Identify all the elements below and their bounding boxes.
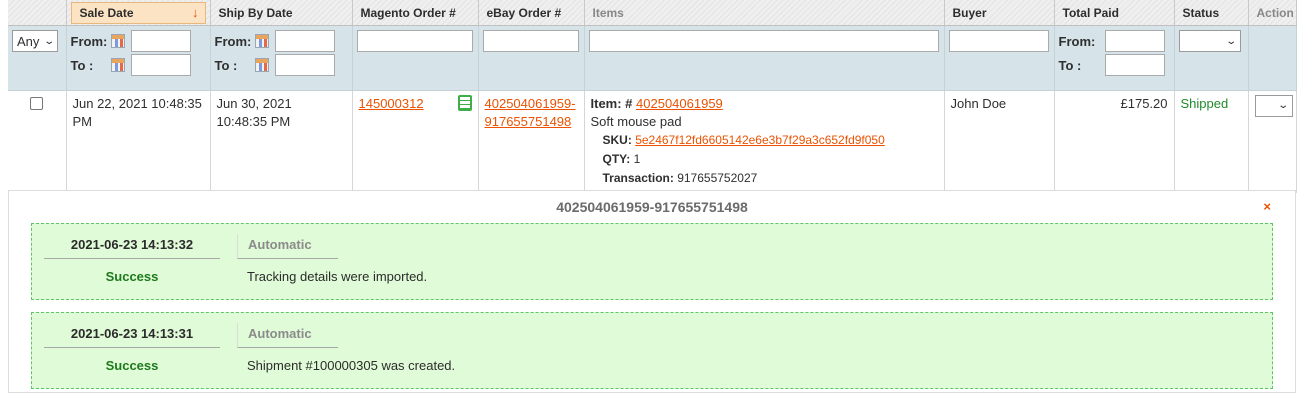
filter-ship-by-date: From: To : (210, 25, 353, 91)
filter-items (584, 25, 945, 91)
ebay-order-link[interactable]: 402504061959-917655751498 (485, 96, 576, 129)
close-icon[interactable]: × (1263, 199, 1271, 214)
filter-ebay-order (478, 25, 585, 91)
header-magento-order[interactable]: Magento Order # (352, 0, 479, 26)
status-filter-dropdown[interactable]: ⌄ (1178, 30, 1241, 52)
header-status[interactable]: Status (1174, 0, 1249, 26)
ebay-order-filter-input[interactable] (482, 30, 579, 52)
item-label: Item: # (590, 96, 633, 111)
sale-date-label: Sale Date (79, 5, 134, 20)
buyer-cell: John Doe (944, 90, 1055, 193)
total-to-input[interactable] (1104, 54, 1165, 76)
filter-total-paid: From: To : (1054, 25, 1175, 91)
filter-sale-date: From: To : (66, 25, 211, 91)
total-from-input[interactable] (1104, 30, 1165, 52)
header-sale-date[interactable]: Sale Date ↓ (66, 0, 211, 26)
filter-magento-order (352, 25, 479, 91)
ship-by-date-cell: Jun 30, 2021 10:48:35 PM (210, 90, 353, 193)
log-entry-type: Automatic (237, 323, 338, 348)
mass-select-dropdown[interactable]: Any ⌄ (12, 30, 58, 52)
action-cell: ⌄ (1248, 90, 1297, 193)
table-row: Jun 22, 2021 10:48:35 PM Jun 30, 2021 10… (8, 90, 1297, 193)
from-label: From: (70, 33, 108, 49)
ebay-order-cell: 402504061959-917655751498 (478, 90, 585, 193)
header-action: Action (1248, 0, 1297, 26)
calendar-icon[interactable] (110, 58, 125, 72)
from-label: From: (214, 33, 252, 49)
to-label: To : (214, 57, 238, 73)
items-filter-input[interactable] (588, 30, 939, 52)
log-entry: 2021-06-23 14:13:31 Automatic Success Sh… (31, 312, 1273, 389)
buyer-filter-input[interactable] (948, 30, 1049, 52)
sort-desc-icon: ↓ (192, 5, 199, 20)
calendar-icon[interactable] (254, 34, 269, 48)
ship-date-from-input[interactable] (274, 30, 335, 52)
magento-order-cell: 145000312 (352, 90, 479, 193)
calendar-icon[interactable] (110, 34, 125, 48)
log-entry-message: Shipment #100000305 was created. (247, 358, 456, 373)
header-items: Items (584, 0, 945, 26)
ship-date-to-input[interactable] (274, 54, 335, 76)
calendar-icon[interactable] (254, 58, 269, 72)
header-ship-by-date[interactable]: Ship By Date (210, 0, 353, 26)
filter-buyer (944, 25, 1055, 91)
orders-grid: Sale Date ↓ Ship By Date Magento Order # … (8, 0, 1297, 193)
to-label: To : (1058, 57, 1082, 73)
log-entry-message: Tracking details were imported. (247, 269, 428, 284)
log-entry-date: 2021-06-23 14:13:31 (44, 323, 220, 348)
item-title: Soft mouse pad (590, 114, 682, 129)
header-select (8, 0, 67, 26)
sale-date-from-input[interactable] (130, 30, 191, 52)
from-label: From: (1058, 33, 1096, 49)
item-number-link[interactable]: 402504061959 (636, 96, 723, 111)
magento-order-link[interactable]: 145000312 (359, 95, 424, 113)
transaction-value: 917655752027 (677, 171, 758, 185)
mass-select-value: Any (17, 33, 40, 49)
log-entry-date: 2021-06-23 14:13:32 (44, 234, 220, 259)
items-cell: Item: # 402504061959 Soft mouse pad SKU:… (584, 90, 945, 193)
order-log-panel: 402504061959-917655751498 × 2021-06-23 1… (8, 190, 1296, 393)
log-entry: 2021-06-23 14:13:32 Automatic Success Tr… (31, 223, 1273, 300)
status-cell: Shipped (1174, 90, 1249, 193)
order-log-icon[interactable] (457, 95, 472, 111)
log-entry-type: Automatic (237, 234, 338, 259)
qty-value: 1 (633, 152, 641, 166)
filter-select-cell: Any ⌄ (8, 25, 67, 91)
sale-date-cell: Jun 22, 2021 10:48:35 PM (66, 90, 211, 193)
transaction-label: Transaction: (602, 171, 674, 185)
total-paid-cell: £175.20 (1054, 90, 1175, 193)
header-total-paid[interactable]: Total Paid (1054, 0, 1175, 26)
chevron-down-icon: ⌄ (1225, 35, 1238, 47)
qty-label: QTY: (602, 152, 631, 166)
sale-date-to-input[interactable] (130, 54, 191, 76)
header-buyer[interactable]: Buyer (944, 0, 1055, 26)
log-entry-status: Success (105, 269, 159, 284)
chevron-down-icon: ⌄ (42, 35, 55, 47)
sku-label: SKU: (602, 133, 632, 147)
log-title: 402504061959-917655751498 (556, 199, 748, 215)
row-action-dropdown[interactable]: ⌄ (1254, 95, 1293, 117)
row-checkbox-cell (8, 90, 67, 193)
row-checkbox[interactable] (30, 97, 44, 110)
sku-link[interactable]: 5e2467f12fd6605142e6e3b7f29a3c652fd9f050 (635, 133, 885, 147)
chevron-down-icon: ⌄ (1277, 100, 1290, 111)
magento-order-filter-input[interactable] (356, 30, 473, 52)
filter-status: ⌄ (1174, 25, 1249, 91)
filter-action (1248, 25, 1297, 91)
header-ebay-order[interactable]: eBay Order # (478, 0, 585, 26)
to-label: To : (70, 57, 94, 73)
log-entry-status: Success (105, 358, 159, 373)
